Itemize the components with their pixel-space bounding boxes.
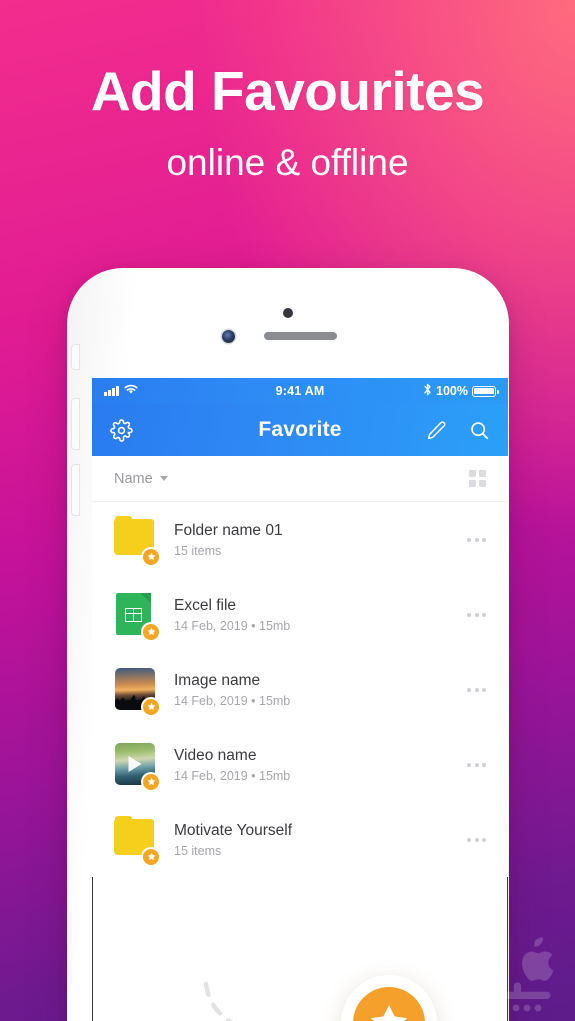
mute-switch-button[interactable]: [71, 344, 80, 370]
add-favourite-fab[interactable]: [341, 975, 437, 1021]
list-item[interactable]: Folder name 01 15 items: [92, 502, 508, 577]
app-nav-bar: Favorite: [92, 404, 508, 456]
star-badge-icon: [143, 848, 159, 865]
more-options-icon[interactable]: [455, 603, 486, 627]
gear-icon[interactable]: [110, 418, 133, 442]
phone-body: 9:41 AM 100% Favorite Name Folder name 0…: [67, 268, 509, 1021]
phone-screen: 9:41 AM 100% Favorite Name Folder name 0…: [92, 378, 508, 1021]
grid-view-icon[interactable]: [468, 469, 486, 488]
file-name: Excel file: [174, 596, 237, 614]
pencil-icon[interactable]: [426, 420, 447, 441]
file-info: Motivate Yourself 15 items: [174, 821, 455, 859]
phone-mockup: 9:41 AM 100% Favorite Name Folder name 0…: [55, 268, 521, 1021]
file-name: Folder name 01: [174, 521, 283, 539]
more-options-icon[interactable]: [455, 528, 486, 552]
file-thumbnail: [114, 815, 159, 865]
sort-by-label: Name: [114, 470, 153, 487]
chevron-down-icon: [159, 476, 168, 482]
bluetooth-icon: [423, 383, 432, 399]
file-info: Excel file 14 Feb, 2019 • 15mb: [174, 596, 455, 634]
file-name: Motivate Yourself: [174, 821, 293, 839]
file-info: Image name 14 Feb, 2019 • 15mb: [174, 671, 455, 709]
spreadsheet-grid-icon: [125, 607, 142, 622]
nav-actions: [426, 420, 490, 441]
file-thumbnail: [114, 742, 159, 790]
more-options-icon[interactable]: [455, 753, 486, 777]
file-thumbnail: [114, 515, 159, 565]
status-bar-right: 100%: [423, 383, 499, 399]
page-subtitle: online & offline: [166, 142, 409, 184]
list-item[interactable]: Image name 14 Feb, 2019 • 15mb: [92, 652, 508, 727]
list-item[interactable]: Motivate Yourself 15 items: [92, 802, 508, 877]
page-fold-icon: [140, 592, 151, 604]
file-name: Image name: [174, 671, 261, 689]
list-item[interactable]: Video name 14 Feb, 2019 • 15mb: [92, 727, 508, 802]
file-meta: 15 items: [174, 544, 222, 559]
file-meta: 14 Feb, 2019 • 15mb: [174, 619, 291, 634]
file-info: Folder name 01 15 items: [174, 521, 455, 559]
file-thumbnail: [114, 667, 159, 715]
star-badge-icon: [143, 698, 159, 715]
earpiece-speaker-icon: [264, 332, 337, 340]
file-info: Video name 14 Feb, 2019 • 15mb: [174, 746, 455, 784]
star-badge-icon: [143, 548, 159, 565]
file-thumbnail: [114, 592, 159, 640]
file-name: Video name: [174, 746, 257, 764]
file-list: Folder name 01 15 items Excel file 14 Fe…: [92, 502, 508, 877]
front-camera-icon: [222, 330, 235, 343]
file-meta: 15 items: [174, 844, 222, 859]
file-meta: 14 Feb, 2019 • 15mb: [174, 769, 291, 784]
volume-down-button[interactable]: [71, 464, 80, 516]
star-badge-icon: [143, 773, 159, 790]
play-icon: [128, 755, 142, 772]
more-options-icon[interactable]: [455, 828, 486, 852]
list-item[interactable]: Excel file 14 Feb, 2019 • 15mb: [92, 577, 508, 652]
file-meta: 14 Feb, 2019 • 15mb: [174, 694, 291, 709]
battery-full-icon: [472, 385, 499, 397]
page-title: Add Favourites: [90, 60, 485, 122]
status-bar: 9:41 AM 100%: [92, 378, 508, 404]
sort-by-button[interactable]: Name: [114, 471, 168, 487]
star-badge-icon: [143, 623, 159, 640]
apple-app-store-watermark: [503, 937, 554, 1012]
volume-up-button[interactable]: [71, 398, 80, 450]
fab-circle: [353, 987, 425, 1021]
proximity-sensor-icon: [283, 308, 293, 318]
search-icon[interactable]: [469, 420, 490, 441]
sort-bar: Name: [92, 456, 508, 502]
star-icon: [370, 1005, 408, 1021]
promo-text-block: Add Favourites online & offline: [0, 62, 575, 184]
battery-percent-label: 100%: [436, 384, 468, 398]
more-options-icon[interactable]: [455, 678, 486, 702]
